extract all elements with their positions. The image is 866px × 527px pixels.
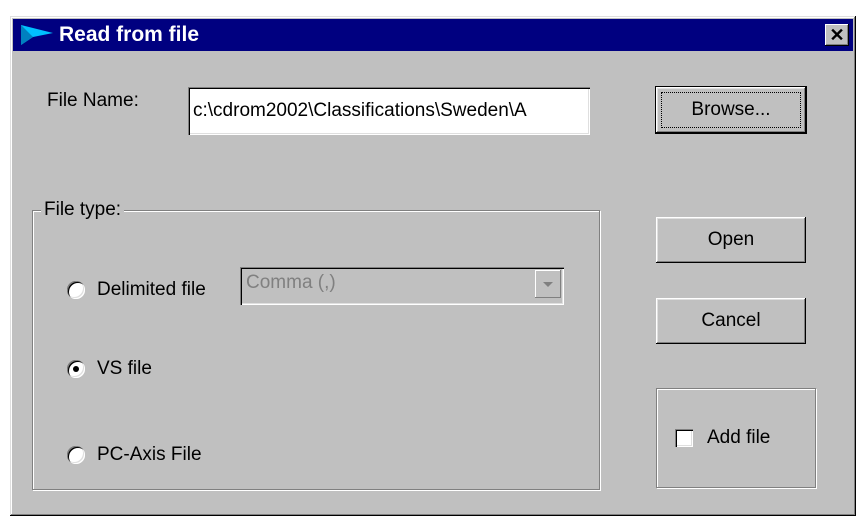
read-from-file-dialog: Read from file ✕ File Name: c:\cdrom2002…	[10, 16, 856, 516]
cancel-button-label: Cancel	[701, 310, 761, 331]
radio-selected-dot	[73, 366, 79, 372]
delimiter-select: Comma (,)	[240, 267, 564, 305]
file-type-legend: File type:	[41, 199, 125, 221]
delimiter-select-value: Comma (,)	[246, 272, 336, 293]
radio-pc-axis-file[interactable]	[67, 446, 85, 464]
add-file-label[interactable]: Add file	[707, 427, 770, 449]
add-file-checkbox[interactable]	[675, 429, 693, 447]
window-title: Read from file	[59, 23, 200, 46]
radio-vs-file[interactable]	[67, 360, 85, 378]
close-button[interactable]: ✕	[825, 24, 849, 46]
file-name-value: c:\cdrom2002\Classifications\Sweden\A	[193, 100, 527, 121]
radio-vs-file-label[interactable]: VS file	[97, 358, 152, 380]
radio-delimited-file-label[interactable]: Delimited file	[97, 279, 206, 301]
add-file-group: Add file	[656, 388, 816, 488]
radio-delimited-file[interactable]	[67, 281, 85, 299]
title-bar: Read from file ✕	[13, 19, 853, 51]
file-name-input[interactable]: c:\cdrom2002\Classifications\Sweden\A	[188, 87, 590, 135]
cancel-button[interactable]: Cancel	[656, 298, 806, 344]
radio-pc-axis-file-label[interactable]: PC-Axis File	[97, 444, 202, 466]
open-button-label: Open	[707, 229, 755, 250]
chevron-down-icon	[535, 270, 561, 298]
app-icon	[21, 25, 53, 45]
open-button[interactable]: Open	[656, 217, 806, 263]
focus-ring	[661, 92, 801, 128]
close-icon: ✕	[829, 25, 845, 45]
file-name-label: File Name:	[47, 90, 139, 111]
browse-button[interactable]: Browse...	[656, 87, 806, 133]
file-type-group: File type: Delimited file Comma (,) VS f…	[32, 199, 600, 490]
